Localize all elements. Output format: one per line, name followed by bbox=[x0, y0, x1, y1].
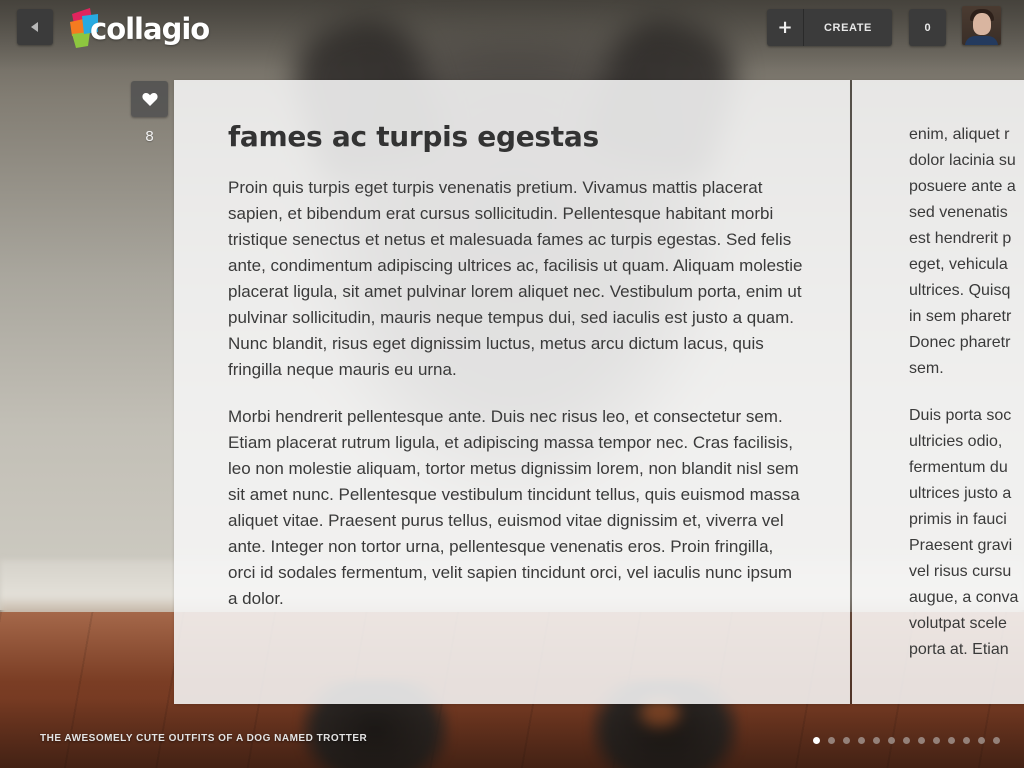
like-button[interactable] bbox=[131, 81, 168, 117]
article-paragraph: Morbi hendrerit pellentesque ante. Duis … bbox=[228, 407, 800, 608]
logo[interactable]: collagio bbox=[68, 6, 210, 50]
page-dot[interactable] bbox=[873, 737, 880, 744]
page-dot[interactable] bbox=[933, 737, 940, 744]
back-arrow-icon bbox=[30, 22, 38, 32]
page-dot[interactable] bbox=[918, 737, 925, 744]
back-button[interactable] bbox=[17, 9, 53, 45]
next-page-paragraph: enim, aliquet r dolor lacinia su posuere… bbox=[909, 126, 1016, 377]
next-page-paragraph: Duis porta soc ultricies odio, fermentum… bbox=[909, 407, 1019, 658]
heart-icon bbox=[141, 92, 158, 106]
like-count: 8 bbox=[145, 128, 154, 145]
page-dot[interactable] bbox=[888, 737, 895, 744]
article-title: fames ac turpis egestas bbox=[228, 120, 599, 153]
collage-caption: THE AWESOMELY CUTE OUTFITS OF A DOG NAME… bbox=[40, 733, 368, 744]
page-dot[interactable] bbox=[963, 737, 970, 744]
page-dot[interactable] bbox=[978, 737, 985, 744]
page-dot[interactable] bbox=[903, 737, 910, 744]
page-indicator[interactable] bbox=[813, 737, 1000, 744]
plus-icon: + bbox=[767, 9, 804, 46]
page-dot[interactable] bbox=[948, 737, 955, 744]
page-dot[interactable] bbox=[813, 737, 820, 744]
article-page: fames ac turpis egestas Proin quis turpi… bbox=[174, 80, 850, 704]
create-button[interactable]: + CREATE bbox=[767, 9, 892, 46]
page-dot[interactable] bbox=[858, 737, 865, 744]
page-dot[interactable] bbox=[993, 737, 1000, 744]
page-dot[interactable] bbox=[828, 737, 835, 744]
article-paragraph: Proin quis turpis eget turpis venenatis … bbox=[228, 178, 803, 379]
next-page-preview[interactable]: enim, aliquet r dolor lacinia su posuere… bbox=[852, 80, 1024, 704]
notification-count-button[interactable]: 0 bbox=[909, 9, 946, 46]
page-dot[interactable] bbox=[843, 737, 850, 744]
avatar[interactable] bbox=[962, 6, 1001, 45]
logo-text: collagio bbox=[90, 12, 210, 46]
create-label: CREATE bbox=[823, 21, 872, 34]
